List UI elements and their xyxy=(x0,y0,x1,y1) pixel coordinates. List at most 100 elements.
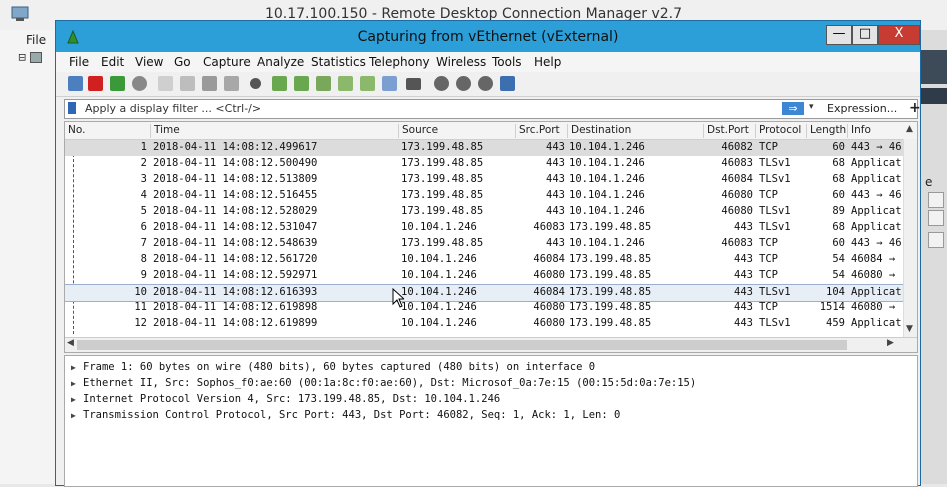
open-file-icon[interactable] xyxy=(158,76,173,91)
find-icon[interactable] xyxy=(250,78,261,89)
cell-time: 2018-04-11 14:08:12.592971 xyxy=(153,269,318,281)
filter-history-dropdown[interactable]: ▾ xyxy=(809,102,814,112)
menu-statistics[interactable]: Statistics xyxy=(311,55,366,69)
cell-destination: 173.199.48.85 xyxy=(569,317,652,329)
detail-tcp[interactable]: ▶ Transmission Control Protocol, Src Port… xyxy=(71,409,620,421)
go-last-icon[interactable] xyxy=(360,76,375,91)
cell-info: Applicat xyxy=(851,205,902,217)
expand-triangle-icon[interactable]: ▶ xyxy=(71,395,83,404)
cell-src-port: 443 xyxy=(546,237,565,249)
colorize-icon[interactable] xyxy=(406,78,421,90)
scroll-down-icon[interactable]: ▼ xyxy=(906,324,913,334)
zoom-in-icon[interactable] xyxy=(434,76,449,91)
packet-row[interactable]: 9 2018-04-11 14:08:12.592971 10.104.1.246 4… xyxy=(65,268,903,284)
display-filter-input[interactable]: Apply a display filter ... <Ctrl-/> xyxy=(85,102,261,115)
scroll-right-icon[interactable]: ▶ xyxy=(887,338,894,348)
packet-details[interactable]: ▶ Frame 1: 60 bytes on wire (480 bits), 6… xyxy=(64,355,918,487)
rdcm-right-button-2[interactable] xyxy=(928,210,944,226)
save-file-icon[interactable] xyxy=(180,76,195,91)
packet-row[interactable]: 2 2018-04-11 14:08:12.500490 173.199.48.85… xyxy=(65,156,903,172)
menu-capture[interactable]: Capture xyxy=(203,55,251,69)
go-forward-icon[interactable] xyxy=(294,76,309,91)
col-no[interactable]: No. xyxy=(65,124,85,138)
packet-list-header: No. Time Source Src.Port Destination Dst… xyxy=(65,122,917,140)
rdcm-right-button-3[interactable] xyxy=(928,232,944,248)
detail-frame[interactable]: ▶ Frame 1: 60 bytes on wire (480 bits), 6… xyxy=(71,361,595,373)
packet-row[interactable]: 8 2018-04-11 14:08:12.561720 10.104.1.246 4… xyxy=(65,252,903,268)
cell-protocol: TLSv1 xyxy=(759,221,791,233)
col-protocol[interactable]: Protocol xyxy=(755,124,801,138)
close-button[interactable]: X xyxy=(878,25,920,45)
detail-ethernet[interactable]: ▶ Ethernet II, Src: Sophos_f0:ae:60 (00:1… xyxy=(71,377,696,389)
rdcm-right-button-1[interactable] xyxy=(928,192,944,208)
menu-view[interactable]: View xyxy=(135,55,163,69)
menu-file[interactable]: File xyxy=(69,55,89,69)
packet-list-hscroll[interactable]: ◀ ▶ xyxy=(65,337,917,352)
cell-destination: 10.104.1.246 xyxy=(569,205,645,217)
col-dst-port[interactable]: Dst.Port xyxy=(703,124,749,138)
capture-options-icon[interactable] xyxy=(132,76,147,91)
cell-no: 6 xyxy=(140,221,147,233)
bookmark-icon[interactable] xyxy=(68,102,76,114)
tree-expander[interactable]: ⊟ xyxy=(18,52,42,64)
menu-analyze[interactable]: Analyze xyxy=(257,55,304,69)
display-filter-bar[interactable]: Apply a display filter ... <Ctrl-/> ⇒ ▾ … xyxy=(64,99,921,119)
zoom-normal-icon[interactable] xyxy=(478,76,493,91)
scroll-up-icon[interactable]: ▲ xyxy=(906,124,913,134)
cell-source: 10.104.1.246 xyxy=(401,286,477,298)
cell-info: 443 → 46 xyxy=(851,141,902,153)
go-to-packet-icon[interactable] xyxy=(316,76,331,91)
restart-capture-icon[interactable] xyxy=(110,76,125,91)
col-source[interactable]: Source xyxy=(398,124,438,138)
expand-triangle-icon[interactable]: ▶ xyxy=(71,363,83,372)
packet-row[interactable]: 5 2018-04-11 14:08:12.528029 173.199.48.85… xyxy=(65,204,903,220)
col-time[interactable]: Time xyxy=(150,124,180,138)
cell-source: 10.104.1.246 xyxy=(401,269,477,281)
packet-row[interactable]: 11 2018-04-11 14:08:12.619898 10.104.1.246… xyxy=(65,300,903,316)
expand-triangle-icon[interactable]: ▶ xyxy=(71,411,83,420)
outer-menu-file[interactable]: File xyxy=(26,33,46,47)
menu-telephony[interactable]: Telephony xyxy=(369,55,430,69)
col-length[interactable]: Length xyxy=(806,124,846,138)
maximize-button[interactable]: □ xyxy=(852,25,878,45)
zoom-out-icon[interactable] xyxy=(456,76,471,91)
apply-filter-button[interactable]: ⇒ xyxy=(782,102,804,115)
menu-help[interactable]: Help xyxy=(534,55,561,69)
packet-list[interactable]: No. Time Source Src.Port Destination Dst… xyxy=(64,121,918,353)
packet-row[interactable]: 4 2018-04-11 14:08:12.516455 173.199.48.85… xyxy=(65,188,903,204)
start-capture-icon[interactable] xyxy=(68,76,83,91)
expand-triangle-icon[interactable]: ▶ xyxy=(71,379,83,388)
go-first-icon[interactable] xyxy=(338,76,353,91)
resize-columns-icon[interactable] xyxy=(500,76,515,91)
cell-no: 7 xyxy=(140,237,147,249)
menu-wireless[interactable]: Wireless xyxy=(436,55,486,69)
minimize-button[interactable]: — xyxy=(826,25,852,45)
packet-list-vscroll[interactable]: ▼ xyxy=(903,139,917,337)
packet-row[interactable]: 7 2018-04-11 14:08:12.548639 173.199.48.85… xyxy=(65,236,903,252)
stop-capture-icon[interactable] xyxy=(88,76,103,91)
menu-go[interactable]: Go xyxy=(174,55,191,69)
col-src-port[interactable]: Src.Port xyxy=(515,124,560,138)
cell-src-port: 443 xyxy=(546,157,565,169)
packet-row[interactable]: 3 2018-04-11 14:08:12.513809 173.199.48.85… xyxy=(65,172,903,188)
packet-row[interactable]: 1 2018-04-11 14:08:12.499617 173.199.48.85… xyxy=(65,140,903,156)
cell-no: 11 xyxy=(134,301,147,313)
menu-edit[interactable]: Edit xyxy=(101,55,124,69)
reload-icon[interactable] xyxy=(224,76,239,91)
packet-row[interactable]: 6 2018-04-11 14:08:12.531047 10.104.1.246 4… xyxy=(65,220,903,236)
go-back-icon[interactable] xyxy=(272,76,287,91)
packet-row[interactable]: 12 2018-04-11 14:08:12.619899 10.104.1.246… xyxy=(65,316,903,332)
col-destination[interactable]: Destination xyxy=(567,124,631,138)
scroll-left-icon[interactable]: ◀ xyxy=(67,338,74,348)
cell-destination: 173.199.48.85 xyxy=(569,221,652,233)
col-info[interactable]: Info xyxy=(847,124,871,138)
menu-tools[interactable]: Tools xyxy=(492,55,522,69)
autoscroll-icon[interactable] xyxy=(382,76,397,91)
detail-ip[interactable]: ▶ Internet Protocol Version 4, Src: 173.1… xyxy=(71,393,500,405)
hscroll-thumb[interactable] xyxy=(77,340,847,350)
add-filter-button[interactable]: + xyxy=(909,100,921,116)
expression-button[interactable]: Expression... xyxy=(827,102,897,115)
close-file-icon[interactable] xyxy=(202,76,217,91)
cell-protocol: TCP xyxy=(759,189,778,201)
cell-info: 443 → 46 xyxy=(851,237,902,249)
